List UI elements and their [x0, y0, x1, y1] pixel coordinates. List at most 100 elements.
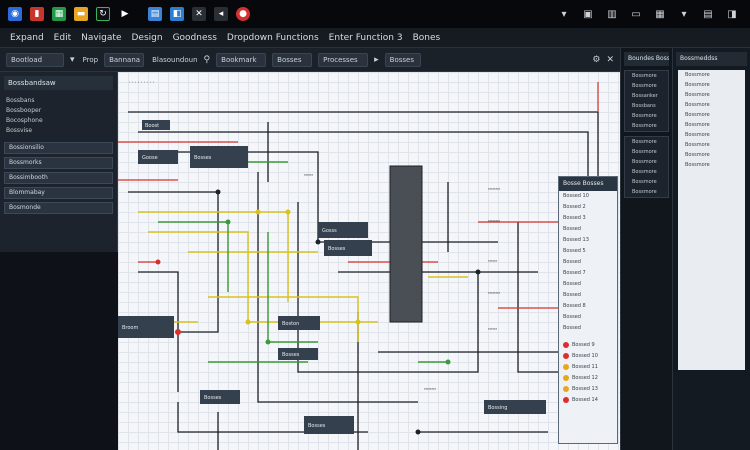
properties-row[interactable]: Bossed — [559, 323, 617, 334]
toolbar-field-6[interactable]: Bosses — [384, 52, 421, 67]
left-panel-field[interactable]: Bossionsilio — [4, 142, 113, 154]
sidebar-item[interactable]: Bossbans — [625, 101, 668, 111]
properties-row[interactable]: Bossed 8 — [559, 301, 617, 312]
status-dot — [563, 385, 569, 392]
sidebar-item[interactable]: Bossmore — [625, 137, 668, 147]
left-panel-field[interactable]: Bossimbooth — [4, 172, 113, 184]
schematic-drawing[interactable]: Boost Goose Bosses Gosss Bosses Broom Bo… — [118, 72, 620, 450]
status-row[interactable]: Bossed 12 — [559, 373, 617, 384]
media-icon[interactable]: ● — [236, 7, 250, 21]
properties-row[interactable]: Bossed — [559, 312, 617, 323]
status-row[interactable]: Bossed 11 — [559, 362, 617, 373]
sidebar-item[interactable]: Bossmore — [678, 80, 745, 90]
sidebar-item[interactable]: Bossanker — [625, 91, 668, 101]
menu-item-navigate[interactable]: Navigate — [81, 33, 121, 43]
play-icon[interactable]: ▸ — [374, 55, 379, 65]
sidebar-item[interactable]: Bossmore — [678, 110, 745, 120]
network-icon[interactable]: ▦ — [654, 8, 666, 20]
left-panel-item[interactable]: Bossbans — [0, 96, 117, 106]
toolbar-field-2[interactable]: Bannana — [104, 52, 145, 67]
toolbar-field-1[interactable]: Bootload — [6, 52, 64, 67]
toolbar: Bootload ▾ Prop Bannana Blasoundoun ⚲ Bo… — [0, 48, 620, 72]
left-panel-item[interactable]: Bossbooper — [0, 106, 117, 116]
properties-row[interactable]: Bossed — [559, 279, 617, 290]
properties-row[interactable]: Bossed 10 — [559, 191, 617, 202]
docs-icon[interactable]: ▤ — [148, 7, 162, 21]
chevron-down-icon[interactable]: ▾ — [70, 55, 75, 65]
battery-icon[interactable]: ▭ — [630, 8, 642, 20]
menu-item-dropdown-functions[interactable]: Dropdown Functions — [227, 33, 319, 43]
play-icon[interactable]: ▶ — [118, 7, 132, 21]
properties-row[interactable]: Bossed — [559, 257, 617, 268]
left-panel-field[interactable]: Bosmonde — [4, 202, 113, 214]
properties-row[interactable]: Bossed 7 — [559, 268, 617, 279]
status-dot — [563, 352, 569, 359]
properties-row[interactable]: Bossed 2 — [559, 202, 617, 213]
menu-item-edit[interactable]: Edit — [54, 33, 71, 43]
left-panel-item[interactable]: Bossvise — [0, 126, 117, 136]
sidebar-item[interactable]: Bossmore — [678, 140, 745, 150]
chrome-icon[interactable]: ◉ — [8, 7, 22, 21]
left-panel-item[interactable]: Bocosphone — [0, 116, 117, 126]
toolbar-field-3[interactable]: Bookmark — [216, 52, 267, 67]
properties-row[interactable]: Bossed 13 — [559, 235, 617, 246]
menu-item-bones[interactable]: Bones — [413, 33, 441, 43]
properties-row[interactable]: Bossed 5 — [559, 246, 617, 257]
bookmark-icon[interactable]: ▮ — [30, 7, 44, 21]
sidebar-item[interactable]: Bossmore — [625, 157, 668, 167]
volume-icon[interactable]: ▤ — [702, 8, 714, 20]
sidebar-item[interactable]: Bossmore — [678, 130, 745, 140]
sidebar-item[interactable]: Bossmore — [625, 71, 668, 81]
properties-row[interactable]: Bossed — [559, 290, 617, 301]
menu-item-expand[interactable]: Expand — [10, 33, 44, 43]
status-row[interactable]: Bossed 13 — [559, 384, 617, 395]
left-panel-header[interactable]: Bossbandsaw — [4, 76, 113, 90]
toolbar-field-4[interactable]: Bosses — [272, 52, 313, 67]
sidebar-item[interactable]: Bossmore — [678, 120, 745, 130]
sidebar-item[interactable]: Bossmore — [625, 121, 668, 131]
sidebar-item[interactable]: Bossmore — [678, 100, 745, 110]
chip-label: Boost — [145, 123, 159, 129]
settings-icon[interactable]: ⚙ — [592, 55, 600, 65]
left-panel-field[interactable]: Blommabay — [4, 187, 113, 199]
image-icon[interactable]: ◧ — [170, 7, 184, 21]
status-row[interactable]: Bossed 9 — [559, 340, 617, 351]
sidebar-item[interactable]: Bossmore — [678, 90, 745, 100]
schematic-canvas[interactable]: Boost Goose Bosses Gosss Bosses Broom Bo… — [118, 72, 620, 450]
pin-icon[interactable]: ⚲ — [204, 55, 211, 65]
sidebar-header[interactable]: Bossmeddss — [676, 52, 747, 66]
menu-item-enter-function[interactable]: Enter Function 3 — [329, 33, 403, 43]
properties-row[interactable]: Bossed 3 — [559, 213, 617, 224]
power-icon[interactable]: ◨ — [726, 8, 738, 20]
sidebar-item[interactable]: Bossmore — [625, 187, 668, 197]
sidebar-item[interactable]: Bossmore — [678, 70, 745, 80]
menu-item-design[interactable]: Design — [131, 33, 162, 43]
window-icon[interactable]: ▾ — [558, 8, 570, 20]
central-ic-block[interactable] — [389, 165, 423, 323]
left-panel-field[interactable]: Bossmorks — [4, 157, 113, 169]
settings-icon[interactable]: ▥ — [606, 8, 618, 20]
close-icon[interactable]: ✕ — [606, 55, 614, 65]
sheet-icon[interactable]: ▦ — [52, 7, 66, 21]
tools-icon[interactable]: ✕ — [192, 7, 206, 21]
svg-text:▭▭▭▭: ▭▭▭▭ — [488, 290, 500, 296]
refresh-icon[interactable]: ↻ — [96, 7, 110, 21]
toolbar-field-5[interactable]: Processes — [318, 52, 369, 67]
status-row[interactable]: Bossed 14 — [559, 395, 617, 406]
clock-icon[interactable]: ▾ — [678, 8, 690, 20]
sidebar-item[interactable]: Bossmore — [678, 160, 745, 170]
properties-panel-header[interactable]: Bosse Bosses — [559, 177, 617, 191]
mail-icon[interactable]: ◂ — [214, 7, 228, 21]
sidebar-item[interactable]: Bossmore — [678, 150, 745, 160]
status-row[interactable]: Bossed 10 — [559, 351, 617, 362]
sidebar-item[interactable]: Bossmore — [625, 81, 668, 91]
sidebar-item[interactable]: Bossmore — [625, 167, 668, 177]
sidebar-item[interactable]: Bossmore — [625, 111, 668, 121]
menu-item-goodness[interactable]: Goodness — [173, 33, 217, 43]
properties-row[interactable]: Bossed — [559, 224, 617, 235]
folder-icon[interactable]: ▬ — [74, 7, 88, 21]
calendar-icon[interactable]: ▣ — [582, 8, 594, 20]
sidebar-header[interactable]: Boundes Bosses — [624, 52, 669, 66]
sidebar-item[interactable]: Bossmore — [625, 177, 668, 187]
sidebar-item[interactable]: Bossmore — [625, 147, 668, 157]
